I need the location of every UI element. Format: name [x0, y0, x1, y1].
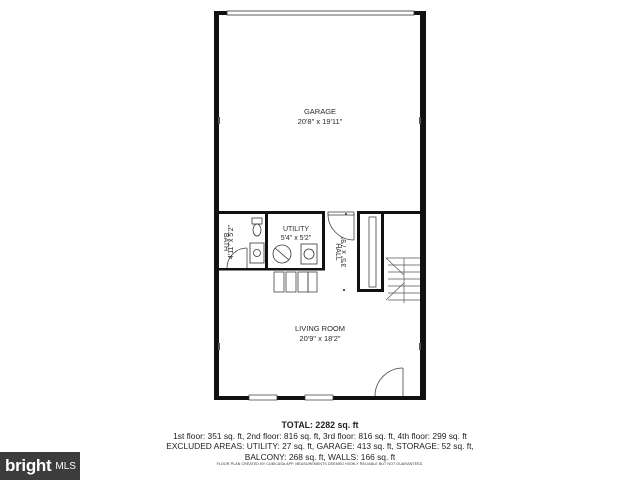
entry-door — [374, 367, 404, 397]
garage-name: GARAGE — [304, 107, 336, 116]
living-room-dims: 20'9" x 18'2" — [299, 334, 340, 343]
balcony-walls: BALCONY: 268 sq. ft, WALLS: 166 sq. ft — [244, 451, 396, 462]
total-area: TOTAL: 2282 sq. ft — [281, 420, 359, 430]
wall-markers — [218, 117, 421, 350]
floor-areas: 1st floor: 351 sq. ft, 2nd floor: 816 sq… — [173, 430, 467, 441]
toilet-tank — [251, 217, 263, 225]
brightmls-watermark: bright MLS — [0, 452, 80, 480]
floor-plan: GARAGE 20'8" x 19'11" UTILITY 5'4" x 5'2… — [214, 10, 426, 401]
bath-fixtures — [249, 217, 265, 264]
utility-fixtures — [272, 243, 318, 265]
stairs — [385, 257, 420, 303]
watermark-suffix: MLS — [55, 460, 76, 472]
garage-door — [226, 10, 415, 16]
utility-doors — [273, 271, 318, 293]
utility-name: UTILITY — [283, 226, 309, 233]
utility-box — [300, 243, 318, 265]
garage-dims: 20'8" x 19'11" — [298, 117, 343, 126]
utility-dims: 5'4" x 5'2" — [281, 235, 312, 242]
area-summary: TOTAL: 2282 sq. ft 1st floor: 351 sq. ft… — [0, 420, 640, 462]
hall-dims: 3'5" x 7'9" — [341, 236, 348, 267]
hall-door — [327, 211, 355, 241]
interior-walls — [219, 211, 420, 292]
hall-name: HALL — [334, 243, 341, 261]
closet-shelf — [368, 216, 377, 288]
sink — [249, 242, 265, 264]
toilet-bowl — [252, 223, 262, 237]
bath-dims: 4'11" x 5'2" — [228, 224, 235, 258]
living-room-name: LIVING ROOM — [295, 324, 345, 333]
excluded-areas: EXCLUDED AREAS: UTILITY: 27 sq. ft, GARA… — [166, 441, 474, 451]
watermark-brand: bright — [5, 456, 52, 475]
disclaimer: FLOOR PLAN CREATED BY CUBICASA APP. MEAS… — [216, 462, 424, 466]
